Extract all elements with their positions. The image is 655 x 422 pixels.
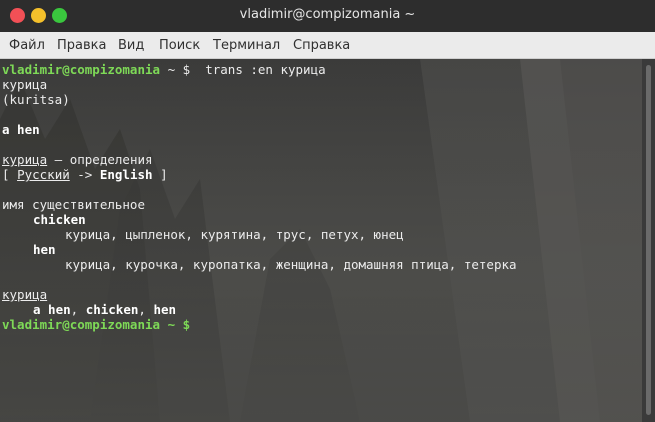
example-part: a hen: [33, 302, 71, 317]
example-separator: ,: [138, 302, 154, 317]
example-word: курица: [2, 287, 48, 302]
lang-from: Русский: [17, 167, 70, 182]
transliteration: (kuritsa): [2, 92, 70, 107]
command-text: trans :en курица: [197, 62, 326, 77]
entry-word: chicken: [33, 212, 86, 227]
menu-terminal[interactable]: Терминал: [213, 38, 280, 53]
command-line: vladimir@compizomania ~ $ trans :en кури…: [2, 62, 326, 77]
lang-close-bracket: ]: [152, 167, 168, 182]
entry-synonyms: курица, курочка, куропатка, женщина, дом…: [65, 257, 517, 272]
lang-to: English: [99, 167, 153, 182]
example-part: hen: [153, 302, 177, 317]
part-of-speech: имя существительное: [2, 197, 145, 212]
lang-open-bracket: [: [2, 167, 18, 182]
language-pair: [ Русский -> English ]: [2, 167, 168, 182]
definitions-word: курица: [2, 152, 48, 167]
lang-arrow: ->: [69, 167, 100, 182]
menu-search[interactable]: Поиск: [159, 38, 200, 53]
prompt-user-host: vladimir@compizomania: [2, 62, 161, 77]
example-translations: a hen, chicken, hen: [33, 302, 176, 317]
entry-word: hen: [33, 242, 56, 257]
menu-edit[interactable]: Правка: [57, 38, 106, 53]
definitions-header: курица — определения: [2, 152, 153, 167]
example-part: chicken: [85, 302, 139, 317]
terminal-output[interactable]: vladimir@compizomania ~ $ trans :en кури…: [0, 59, 642, 422]
final-prompt-line: vladimir@compizomania ~ $: [2, 317, 190, 332]
menu-help[interactable]: Справка: [293, 38, 350, 53]
example-separator: ,: [70, 302, 86, 317]
main-translation: a hen: [2, 122, 40, 137]
menu-file[interactable]: Файл: [9, 38, 45, 53]
prompt-user-host: vladimir@compizomania: [2, 317, 161, 332]
scrollbar-thumb[interactable]: [646, 65, 651, 415]
menu-bar: Файл Правка Вид Поиск Терминал Справка: [0, 32, 655, 59]
title-bar: vladimir@compizomania ~: [0, 0, 655, 32]
source-word: курица: [2, 77, 48, 92]
terminal-window: vladimir@compizomania ~ Файл Правка Вид …: [0, 0, 655, 422]
entry-synonyms: курица, цыпленок, курятина, трус, петух,…: [65, 227, 404, 242]
definitions-suffix: — определения: [47, 152, 153, 167]
window-title: vladimir@compizomania ~: [239, 7, 416, 22]
vertical-scrollbar[interactable]: [642, 59, 655, 422]
menu-view[interactable]: Вид: [118, 38, 144, 53]
prompt-suffix: ~ $: [160, 62, 198, 77]
prompt-suffix: ~ $: [160, 317, 191, 332]
